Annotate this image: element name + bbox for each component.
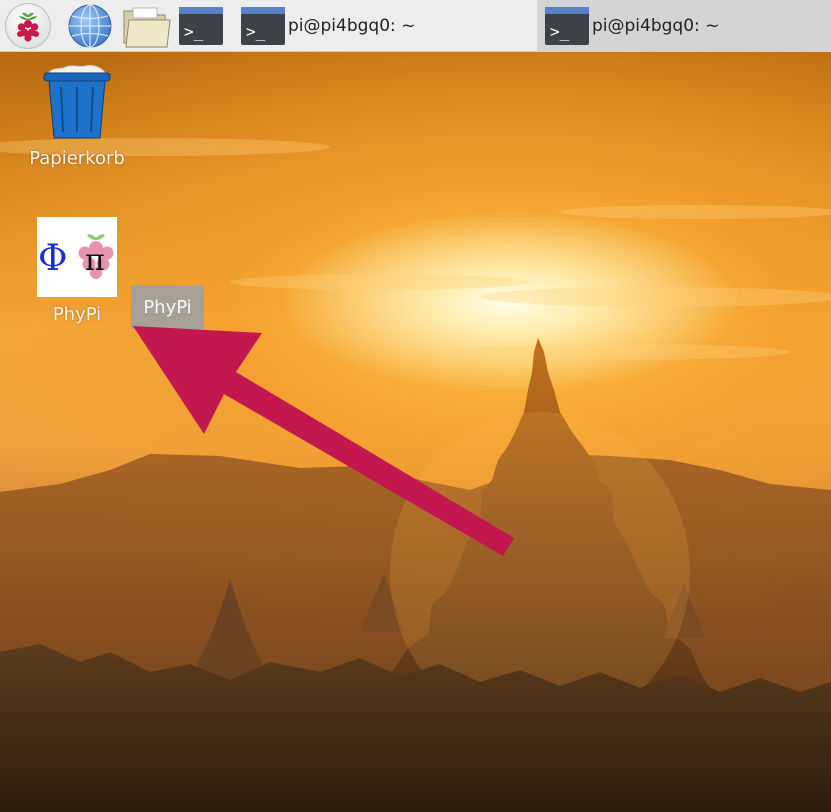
annotation-arrow: [133, 326, 514, 556]
